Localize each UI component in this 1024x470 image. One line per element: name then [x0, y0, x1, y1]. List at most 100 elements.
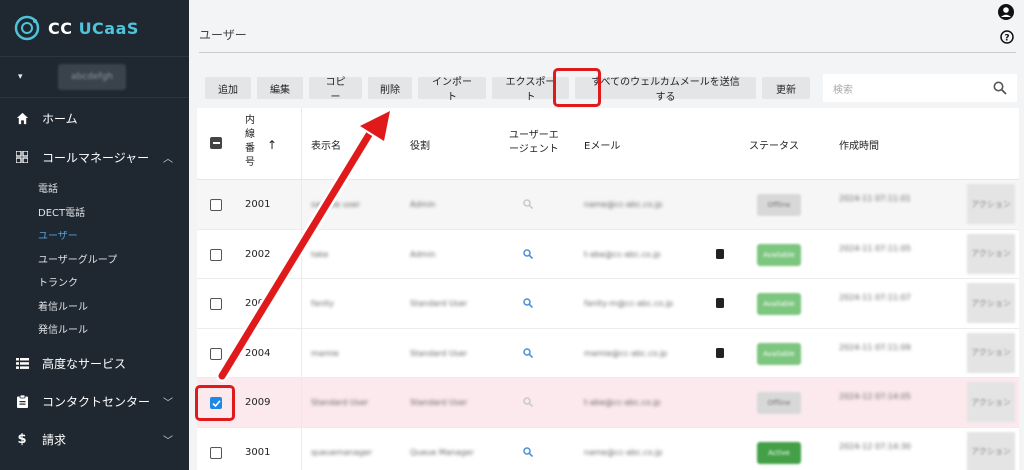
cell-role: Queue Manager — [410, 447, 474, 457]
search-icon[interactable] — [523, 298, 533, 308]
select-all-checkbox[interactable] — [210, 137, 222, 149]
header-user-agent-line2: ージェント — [509, 144, 559, 155]
refresh-button[interactable]: 更新 — [762, 77, 810, 99]
account-switcher[interactable]: ▾ abcdefgh — [0, 56, 189, 98]
row-action-button[interactable]: アクション — [967, 382, 1015, 422]
app-logo[interactable]: CC UCaaS — [0, 0, 189, 56]
search-placeholder: 検索 — [833, 84, 853, 96]
sidebar-item-home[interactable]: ホーム — [0, 98, 189, 138]
table-row[interactable]: 2002 take Admin t-abe@cc-abc.co.jp Available… — [197, 229, 1019, 279]
search-icon[interactable] — [523, 199, 533, 209]
sidebar-subitem-phones[interactable]: 電話 — [0, 176, 189, 200]
search-icon[interactable] — [523, 397, 533, 407]
column-divider — [301, 328, 302, 377]
help-icon[interactable]: ? — [1000, 30, 1014, 44]
cell-display-name: sample user — [311, 200, 361, 209]
status-badge: Active — [757, 441, 801, 464]
delete-highlight-frame — [553, 68, 601, 107]
header-role[interactable]: 役割 — [410, 137, 430, 152]
grid-icon — [14, 149, 30, 165]
cell-email: t-abe@cc-abc.co.jp — [584, 398, 661, 407]
table-row[interactable]: 3001 queuemanager Queue Manager name@cc-abc… — [197, 427, 1019, 470]
cell-role: Standard User — [410, 348, 468, 358]
sidebar-item-billing[interactable]: $ 請求 ﹀ — [0, 421, 189, 459]
phone-icon — [716, 347, 724, 358]
row-checkbox[interactable] — [210, 347, 222, 360]
row-action-button[interactable]: アクション — [967, 283, 1015, 323]
header-status[interactable]: ステータス — [749, 137, 799, 152]
home-icon — [14, 110, 30, 126]
row-checkbox[interactable] — [210, 298, 222, 310]
column-divider — [301, 108, 302, 179]
chevron-down-icon: ﹀ — [163, 436, 173, 447]
sidebar-subitem-trunks[interactable]: トランク — [0, 270, 189, 294]
table-row[interactable]: 2009 Standard User Standard User t-abe@cc-a… — [197, 378, 1019, 428]
clipboard-icon — [14, 394, 30, 410]
list-icon — [14, 356, 30, 372]
row-action-button[interactable]: アクション — [967, 332, 1015, 373]
delete-button[interactable]: 削除 — [368, 77, 412, 99]
row-action-button[interactable]: アクション — [967, 431, 1015, 470]
sidebar-item-label: 請求 — [42, 433, 67, 447]
sidebar-item-label: ホーム — [42, 111, 78, 126]
cell-created: 2024-12 07:14:30 — [839, 441, 911, 451]
title-divider — [199, 52, 1016, 53]
header-extension[interactable]: 内線番号 — [243, 114, 257, 170]
sidebar-subitem-user-groups[interactable]: ユーザーグループ — [0, 247, 189, 271]
column-divider — [301, 378, 302, 427]
column-divider — [301, 427, 302, 470]
cell-extension: 3001 — [245, 446, 271, 458]
cell-display-name: fanity — [311, 299, 334, 308]
cell-extension: 2002 — [245, 248, 271, 260]
logo-name: UCaaS — [78, 18, 139, 38]
edit-button[interactable]: 編集 — [257, 77, 303, 99]
table-row[interactable]: 2001 sample user Admin name@cc-abc.co.jp Off… — [197, 180, 1019, 230]
header-email[interactable]: Eメール — [584, 137, 620, 152]
send-welcome-email-button[interactable]: すべてのウェルカムメールを送信する — [575, 77, 756, 103]
logo-cc: CC — [48, 18, 79, 38]
header-user-agent[interactable]: ユーザーエ ージェント — [509, 129, 559, 157]
cell-extension: 2003 — [245, 298, 271, 309]
search-icon[interactable] — [523, 446, 533, 457]
row-action-button[interactable]: アクション — [967, 184, 1015, 224]
sort-up-icon[interactable]: ↑ — [267, 138, 277, 152]
sidebar-subitem-users[interactable]: ユーザー — [0, 223, 189, 247]
table-row[interactable]: 2003 fanity Standard User fanity-m@cc-abc.c… — [197, 279, 1019, 329]
sidebar-item-advanced[interactable]: 高度なサービス — [0, 345, 189, 383]
row-checkbox[interactable] — [210, 199, 222, 211]
cell-created: 2024-12 07:14:05 — [839, 392, 911, 401]
sidebar-subitem-outbound-rules[interactable]: 発信ルール — [0, 317, 189, 341]
row-checkbox[interactable] — [210, 446, 222, 459]
cell-created: 2024-11 07:11:07 — [839, 293, 911, 302]
column-divider — [301, 229, 302, 278]
search-icon[interactable] — [523, 248, 533, 259]
row-action-button[interactable]: アクション — [967, 233, 1015, 274]
table-row[interactable]: 2004 mamie Standard User mamie@cc-abc.co.jp… — [197, 328, 1019, 378]
row-checkbox[interactable] — [210, 248, 222, 261]
header-display-name[interactable]: 表示名 — [311, 137, 341, 152]
cell-extension: 2004 — [245, 347, 271, 359]
sidebar-subitem-inbound-rules[interactable]: 着信ルール — [0, 294, 189, 318]
cell-created: 2024-11 07:11:01 — [839, 194, 911, 203]
header-created[interactable]: 作成時間 — [839, 137, 879, 152]
phone-icon — [716, 248, 724, 259]
copy-button[interactable]: コピー — [309, 77, 362, 103]
search-icon[interactable] — [993, 81, 1007, 95]
status-badge: Available — [757, 293, 801, 315]
import-button[interactable]: インポート — [418, 77, 486, 103]
search-icon[interactable] — [523, 347, 533, 358]
column-divider — [301, 279, 302, 328]
sidebar-item-call-manager[interactable]: コールマネージャー ︿ — [0, 138, 189, 176]
account-circle-icon[interactable] — [998, 4, 1014, 20]
cell-role: Standard User — [410, 398, 468, 407]
toolbar: 追加 編集 コピー 削除 インポート エクスポート すべてのウェルカムメールを送… — [205, 77, 810, 103]
add-button[interactable]: 追加 — [205, 77, 251, 99]
search-input[interactable]: 検索 — [823, 74, 1017, 102]
sidebar-subitem-dect[interactable]: DECT電話 — [0, 200, 189, 224]
logo-icon — [14, 15, 40, 41]
status-badge: Available — [757, 342, 801, 365]
sidebar-item-contact-center[interactable]: コンタクトセンター ﹀ — [0, 383, 189, 421]
main-content: ユーザー ? 追加 編集 コピー 削除 インポート エクスポート すべてのウェル… — [189, 0, 1024, 470]
sidebar: CC UCaaS ▾ abcdefgh ホーム コールマネージャー ︿ 電話 D… — [0, 0, 189, 470]
account-name: abcdefgh — [58, 64, 126, 90]
